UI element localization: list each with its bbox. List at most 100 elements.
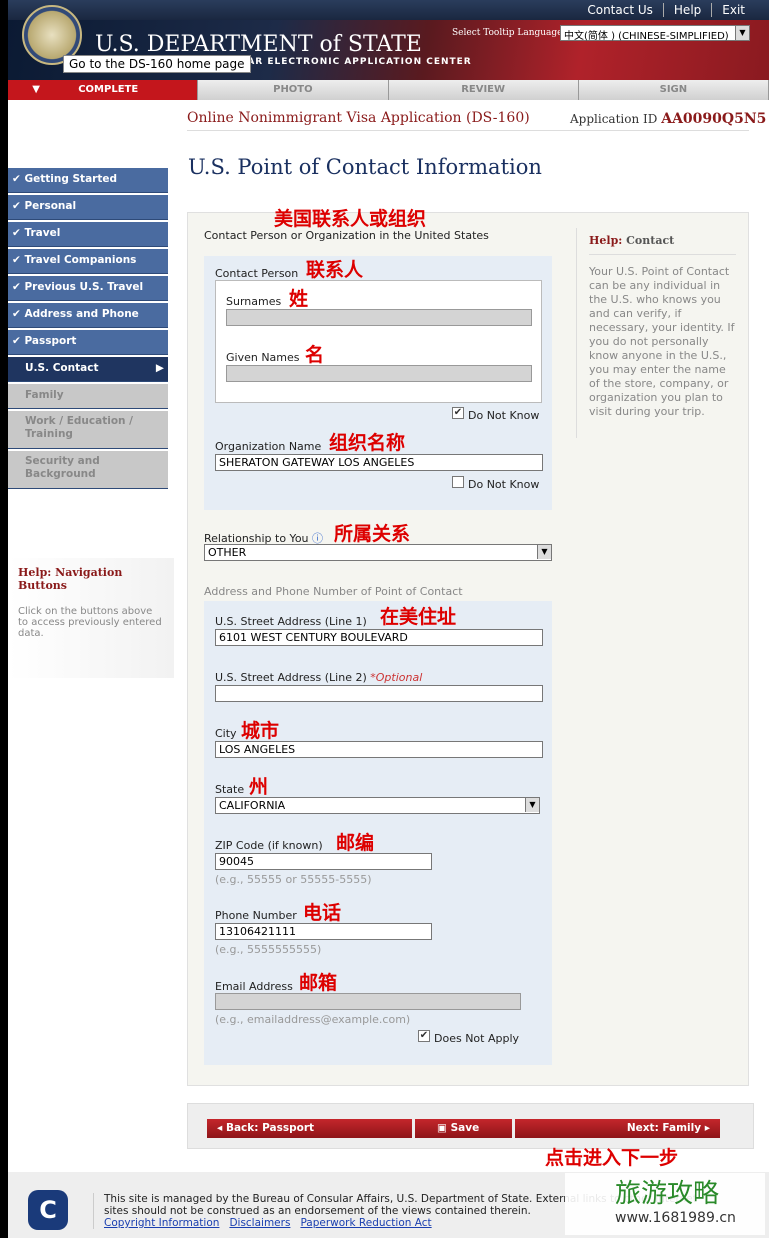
progress-steps: ▼ COMPLETE PHOTO REVIEW SIGN	[8, 80, 769, 100]
nav-label: Personal	[24, 200, 77, 212]
step-sign[interactable]: SIGN	[578, 80, 769, 100]
step-photo[interactable]: PHOTO	[198, 80, 389, 100]
navigation-help-title: Help: Navigation Buttons	[18, 566, 123, 592]
home-tooltip: Go to the DS-160 home page	[63, 55, 251, 73]
save-label: Save	[450, 1122, 480, 1134]
zip-input[interactable]: 90045	[215, 853, 432, 870]
sidebar-item-passport[interactable]: ✔ Passport	[8, 330, 168, 355]
nav-label: Passport	[24, 335, 77, 347]
save-button[interactable]: ▣ Save	[415, 1119, 512, 1138]
back-button[interactable]: ◂ Back: Passport	[207, 1119, 412, 1138]
annotation: 在美住址	[380, 606, 457, 628]
email-hint: (e.g., emailaddress@example.com)	[215, 1013, 411, 1026]
sidebar-item-getting-started[interactable]: ✔ Getting Started	[8, 168, 168, 193]
nav-label: Previous U.S. Travel	[24, 281, 144, 293]
email-label: Email Address	[215, 980, 293, 993]
navigation-help: Help: Navigation Buttons Click on the but…	[8, 558, 174, 678]
sidebar-item-work-education: Work / Education / Training	[8, 411, 168, 449]
top-bar: Contact Us Help Exit	[8, 0, 769, 20]
tooltip-language-select[interactable]: 中文(简体 ) (CHINESE-SIMPLIFIED) ▼	[560, 25, 750, 42]
state-select[interactable]: CALIFORNIA ▼	[215, 797, 540, 814]
sidebar-item-address-phone[interactable]: ✔ Address and Phone	[8, 303, 168, 328]
city-input[interactable]: LOS ANGELES	[215, 741, 543, 758]
annotation: 组织名称	[329, 432, 406, 454]
help-title: Help: Contact	[589, 234, 736, 255]
section-heading: Contact Person or Organization in the Un…	[204, 229, 489, 242]
watermark-url: www.1681989.cn	[615, 1210, 736, 1226]
relationship-select[interactable]: OTHER ▼	[204, 544, 552, 561]
email-input[interactable]	[215, 993, 521, 1010]
relationship-value: OTHER	[208, 546, 247, 559]
section-heading: Address and Phone Number of Point of Con…	[204, 585, 463, 598]
nav-label: Travel	[24, 227, 61, 239]
application-title: Online Nonimmigrant Visa Application (DS…	[187, 110, 530, 126]
do-not-know-org-checkbox[interactable]	[452, 476, 464, 488]
phone-label: Phone Number	[215, 909, 297, 922]
annotation: 所属关系	[334, 523, 411, 545]
annotation: 姓	[289, 288, 309, 310]
phone-hint: (e.g., 5555555555)	[215, 943, 322, 956]
zip-hint: (e.g., 55555 or 55555-5555)	[215, 873, 372, 886]
city-label: City	[215, 727, 237, 740]
sidebar-item-travel[interactable]: ✔ Travel	[8, 222, 168, 247]
language-value: 中文(简体 ) (CHINESE-SIMPLIFIED)	[564, 31, 729, 42]
contact-person-label: Contact Person	[215, 267, 299, 280]
copyright-link[interactable]: Copyright Information	[104, 1217, 219, 1229]
divider	[187, 130, 749, 131]
application-id: Application ID AA0090Q5N5	[570, 111, 766, 127]
save-icon: ▣	[437, 1122, 447, 1134]
application-id-label: Application ID	[570, 112, 658, 126]
chevron-down-icon: ▼	[735, 26, 749, 40]
chevron-right-icon: ▶	[155, 362, 164, 374]
checkbox-label: Does Not Apply	[434, 1032, 520, 1045]
contact-us-link[interactable]: Contact Us	[577, 3, 663, 17]
left-edge	[0, 0, 8, 1238]
page-title: U.S. Point of Contact Information	[188, 155, 542, 179]
sidebar-nav: ✔ Getting Started ✔ Personal ✔ Travel ✔ …	[8, 168, 168, 491]
exit-link[interactable]: Exit	[711, 3, 755, 17]
step-complete[interactable]: ▼ COMPLETE	[8, 80, 199, 100]
annotation: 城市	[241, 720, 280, 742]
does-not-apply-checkbox[interactable]: ✔	[418, 1030, 430, 1042]
annotation: 点击进入下一步	[545, 1147, 679, 1169]
help-link[interactable]: Help	[662, 3, 711, 17]
nav-label: Address and Phone	[24, 308, 139, 320]
zip-label: ZIP Code (if known)	[215, 839, 323, 852]
street2-input[interactable]	[215, 685, 543, 702]
street1-input[interactable]: 6101 WEST CENTURY BOULEVARD	[215, 629, 543, 646]
nav-label: Travel Companions	[24, 254, 137, 266]
watermark: 旅游攻略 www.1681989.cn	[565, 1173, 765, 1235]
annotation: 美国联系人或组织	[274, 208, 427, 230]
help-panel: Help: Contact Your U.S. Point of Contact …	[576, 228, 748, 438]
given-names-label: Given Names	[226, 351, 300, 364]
checkbox-label: Do Not Know	[468, 478, 540, 491]
watermark-text: 旅游攻略	[615, 1179, 720, 1209]
next-button[interactable]: Next: Family ▸	[515, 1119, 720, 1138]
surnames-label: Surnames	[226, 295, 282, 308]
navigation-help-text: Click on the buttons above to access pre…	[18, 606, 162, 639]
sidebar-item-previous-travel[interactable]: ✔ Previous U.S. Travel	[8, 276, 168, 301]
chevron-down-icon: ▼	[537, 545, 551, 559]
checkbox-label: Do Not Know	[468, 409, 540, 422]
disclaimers-link[interactable]: Disclaimers	[229, 1217, 290, 1229]
step-review[interactable]: REVIEW	[388, 80, 579, 100]
back-label: Back: Passport	[225, 1122, 315, 1134]
sidebar-item-us-contact[interactable]: U.S. Contact ▶	[8, 357, 168, 382]
state-value: CALIFORNIA	[219, 799, 286, 812]
paperwork-link[interactable]: Paperwork Reduction Act	[300, 1217, 431, 1229]
sidebar-item-personal[interactable]: ✔ Personal	[8, 195, 168, 220]
site-title[interactable]: U.S. DEPARTMENT of STATE	[95, 32, 422, 57]
optional-note: *Optional	[370, 671, 423, 684]
help-label: Help:	[589, 234, 623, 247]
phone-input[interactable]: 13106421111	[215, 923, 432, 940]
sidebar-item-travel-companions[interactable]: ✔ Travel Companions	[8, 249, 168, 274]
do-not-know-name-checkbox[interactable]: ✔	[452, 407, 464, 419]
street2-label: U.S. Street Address (Line 2) *Optional	[215, 671, 422, 684]
organization-input[interactable]: SHERATON GATEWAY LOS ANGELES	[215, 454, 543, 471]
help-text: Your U.S. Point of Contact can be any in…	[589, 265, 735, 418]
given-names-input[interactable]	[226, 365, 532, 382]
annotation: 邮箱	[299, 972, 338, 994]
surnames-input[interactable]	[226, 309, 532, 326]
sidebar-item-family: Family	[8, 384, 168, 409]
annotation: 邮编	[336, 832, 375, 854]
